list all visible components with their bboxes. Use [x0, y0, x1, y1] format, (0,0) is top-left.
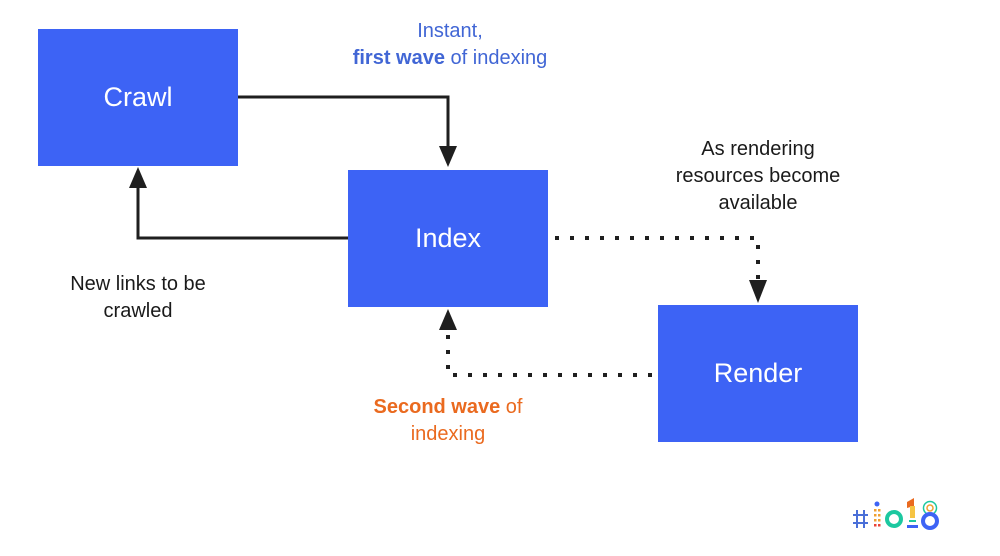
second-wave-label: Second wave of indexing [348, 394, 548, 448]
second-wave-line1: Second wave of [348, 394, 548, 421]
second-wave-bold: Second wave [373, 396, 501, 418]
first-wave-bold: first wave [352, 47, 445, 69]
index-label: Index [414, 223, 482, 253]
render-label: Render [713, 358, 803, 388]
rendering-resources-line3: available [718, 192, 798, 214]
io18-logo-graphic [853, 498, 939, 530]
arrowhead-index-to-render [749, 280, 767, 303]
arrowhead-crawl-to-index [439, 146, 457, 167]
new-links-line1: New links to be [70, 273, 206, 295]
second-wave-rest: of [500, 396, 523, 418]
rendering-resources-line2: resources become [675, 165, 841, 187]
index-node: Index [348, 170, 548, 307]
rendering-resources-line1: As rendering [701, 138, 815, 160]
second-wave-line2: indexing [410, 423, 486, 445]
first-wave-line1: Instant, [417, 20, 483, 42]
arrow-index-to-crawl [136, 186, 348, 240]
new-links-line2: crawled [103, 300, 173, 322]
arrowhead-render-to-index [439, 309, 457, 330]
hash-icon [853, 510, 868, 528]
io18-logo [852, 494, 952, 534]
new-links-label: New links to be crawled [48, 271, 228, 325]
arrowhead-index-to-crawl [129, 167, 147, 188]
rendering-resources-label: As rendering resources become available [668, 136, 848, 217]
first-wave-label: Instant, first wave of indexing [318, 18, 582, 72]
first-wave-line2: first wave of indexing [318, 45, 582, 72]
arrow-crawl-to-index [238, 95, 450, 148]
first-wave-rest: of indexing [444, 47, 548, 69]
render-node: Render [658, 305, 858, 442]
crawl-node: Crawl [38, 29, 238, 166]
arrow-index-to-render [555, 236, 760, 282]
arrow-render-to-index [446, 330, 652, 377]
crawl-label: Crawl [103, 82, 173, 112]
